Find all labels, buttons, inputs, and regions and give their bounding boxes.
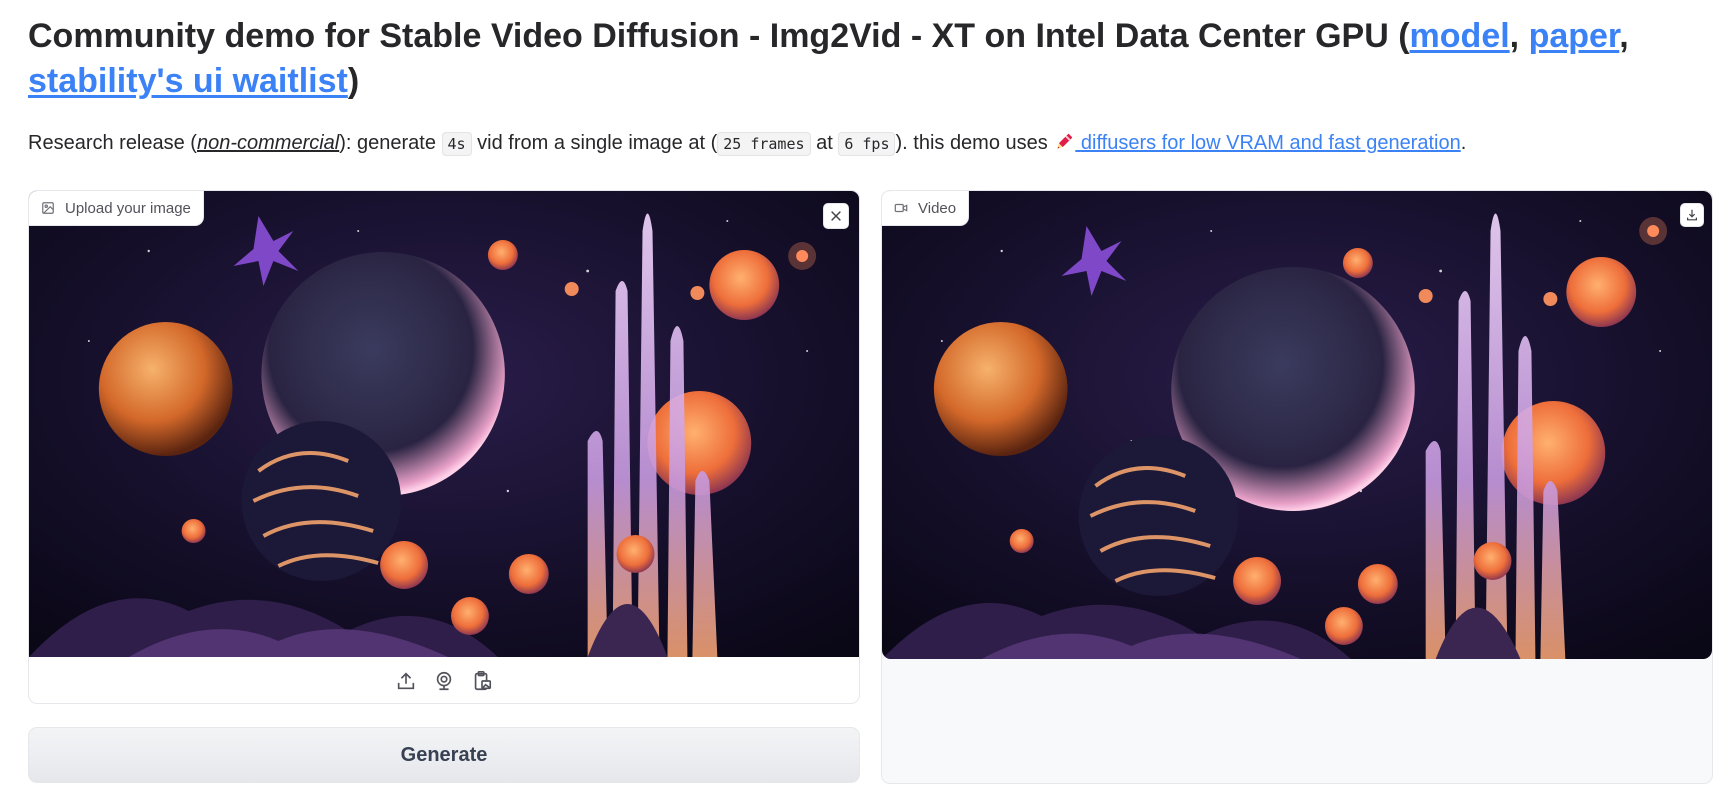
fps-code: 6 fps: [838, 132, 896, 156]
desc-text: ): generate: [339, 132, 442, 154]
description: Research release (non-commercial): gener…: [28, 127, 1718, 160]
diffusers-link-text: diffusers for low VRAM and fast generati…: [1080, 132, 1461, 154]
input-label: Upload your image: [29, 191, 204, 226]
title-text: Community demo for Stable Video Diffusio…: [28, 17, 1410, 55]
title-separator: ,: [1619, 17, 1629, 55]
title-separator: ,: [1509, 17, 1529, 55]
image-icon: [42, 202, 54, 214]
image-source-toolbar: [29, 657, 859, 703]
download-button[interactable]: [1680, 203, 1704, 227]
paste-clipboard-button[interactable]: [470, 669, 494, 693]
desc-text: vid from a single image at (: [471, 132, 718, 154]
non-commercial-text: non-commercial: [196, 132, 340, 154]
upload-button[interactable]: [394, 669, 418, 693]
video-icon: [894, 203, 908, 213]
webcam-button[interactable]: [432, 669, 456, 693]
model-link[interactable]: model: [1410, 17, 1510, 55]
paper-link[interactable]: paper: [1529, 17, 1620, 55]
diffusers-link[interactable]: diffusers for low VRAM and fast generati…: [1053, 132, 1461, 154]
generate-button[interactable]: Generate: [28, 727, 860, 783]
output-label: Video: [882, 191, 970, 226]
crayon-icon: [1057, 133, 1073, 149]
close-icon: [831, 211, 841, 221]
desc-text: at: [810, 132, 839, 154]
uploaded-image: [29, 191, 859, 657]
clear-image-button[interactable]: [823, 203, 849, 229]
generated-video[interactable]: [882, 191, 1712, 659]
output-label-text: Video: [918, 199, 957, 217]
image-upload-panel[interactable]: Upload your image: [28, 190, 860, 704]
desc-text: ). this demo uses: [895, 132, 1054, 154]
download-icon: [1687, 209, 1697, 221]
upload-icon: [397, 672, 415, 690]
desc-text: Research release (: [28, 132, 197, 154]
webcam-icon: [436, 671, 452, 691]
frames-code: 25 frames: [717, 132, 811, 156]
video-output-panel: Video: [881, 190, 1713, 784]
duration-code: 4s: [441, 132, 472, 156]
stability-waitlist-link[interactable]: stability's ui waitlist: [28, 62, 348, 100]
page-title: Community demo for Stable Video Diffusio…: [28, 14, 1718, 104]
clipboard-icon: [474, 671, 492, 691]
desc-text: .: [1460, 132, 1467, 154]
title-close-paren: ): [347, 62, 360, 100]
input-label-text: Upload your image: [65, 199, 191, 217]
